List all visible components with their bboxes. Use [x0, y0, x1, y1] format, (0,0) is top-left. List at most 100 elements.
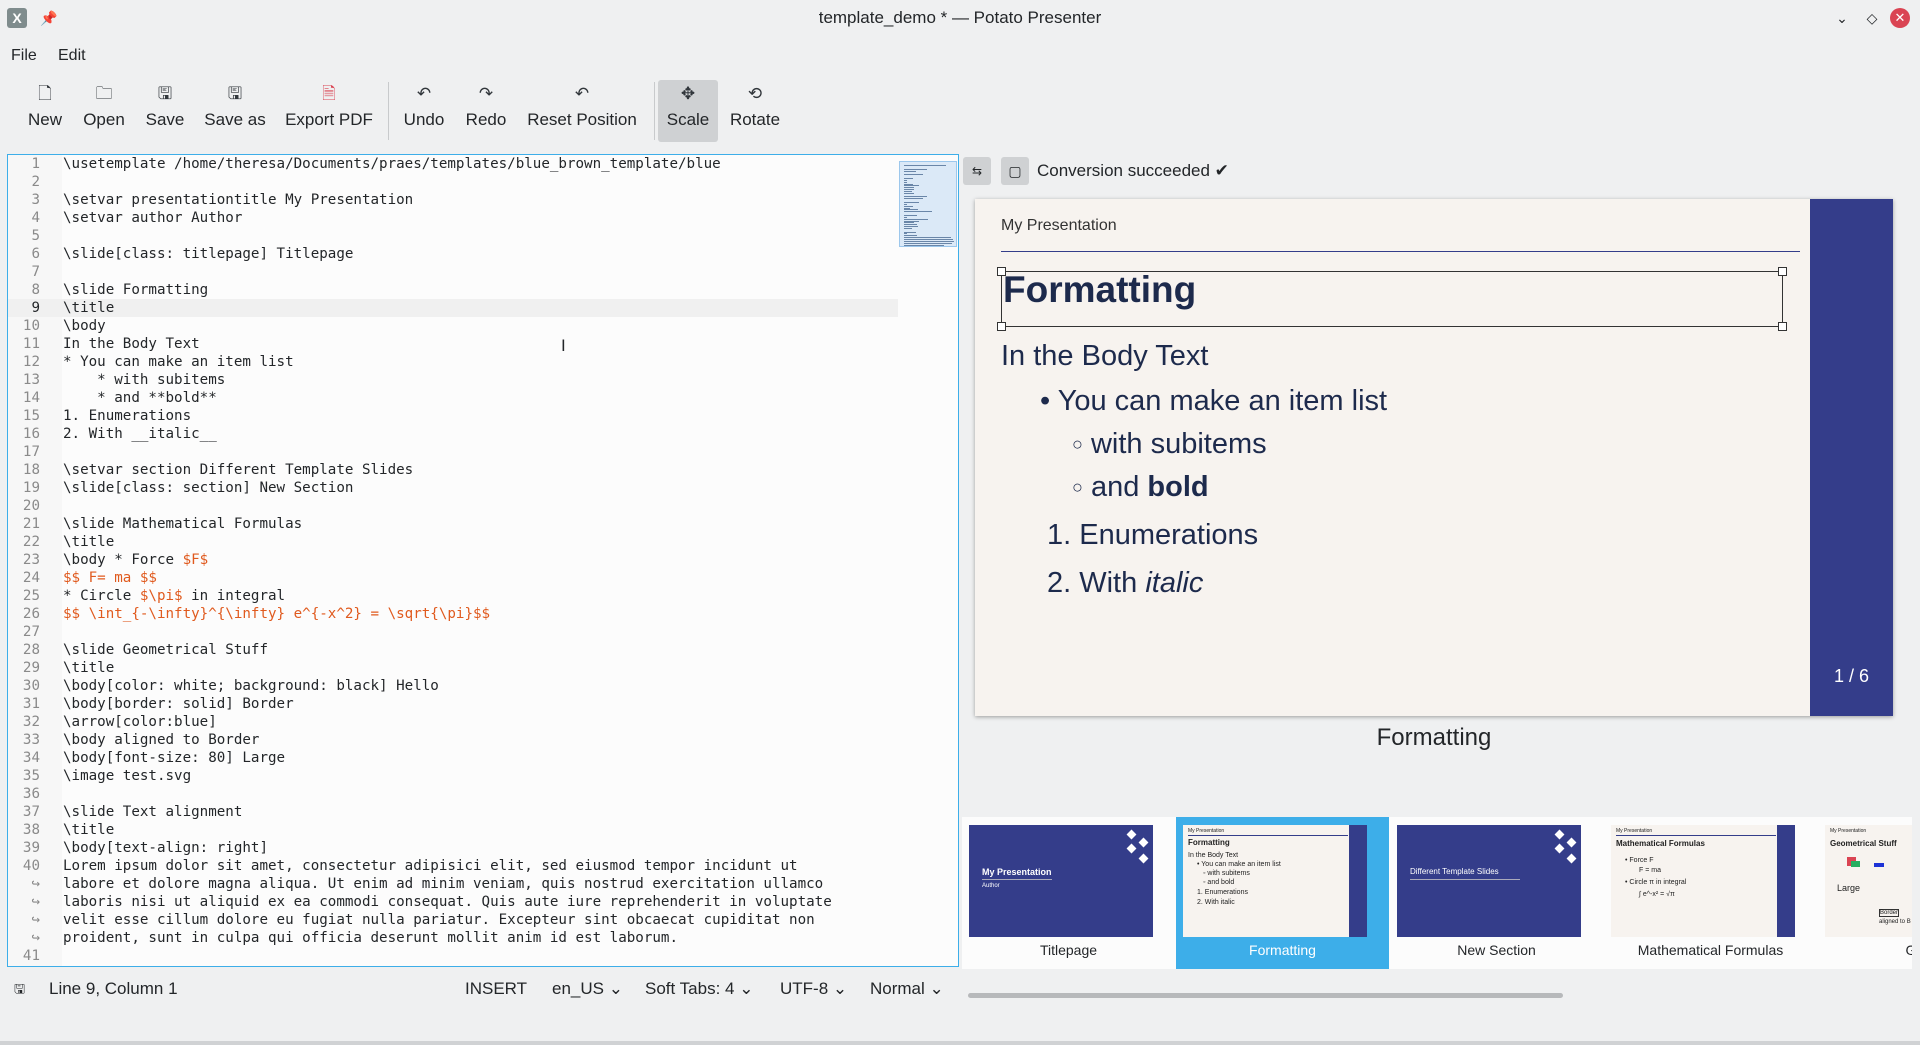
editor-line[interactable]: 32 \arrow[color:blue] — [8, 713, 898, 731]
editor-line[interactable]: 14 * and **bold** — [8, 389, 898, 407]
selection-box[interactable] — [997, 267, 1787, 331]
thumbnail-line: • Circle π in integral — [1625, 879, 1687, 886]
editor-line[interactable]: 29 \title — [8, 659, 898, 677]
editor-line[interactable]: 19 \slide[class: section] New Section — [8, 479, 898, 497]
editor-line[interactable]: 23 \body * Force $F$ — [8, 551, 898, 569]
redo-button[interactable]: ↷ Redo — [463, 80, 509, 142]
line-number: 4 — [31, 210, 40, 226]
editor-line[interactable]: 26 $$ \int_{-\infty}^{\infty} e^{-x^2} = … — [8, 605, 898, 623]
resize-handle[interactable] — [997, 267, 1006, 276]
editor-line[interactable]: 4 \setvar author Author — [8, 209, 898, 227]
line-code: \slide Formatting — [63, 281, 208, 299]
editor-line[interactable]: 36 — [8, 785, 898, 803]
thumbnail-math[interactable]: My Presentation Mathematical Formulas • … — [1604, 817, 1817, 969]
editor-line[interactable]: 17 — [8, 443, 898, 461]
editor-line[interactable]: 35 \image test.svg — [8, 767, 898, 785]
edit-mode[interactable]: INSERT — [465, 978, 527, 1000]
thumbnail-image: My Presentation Formatting In the Body T… — [1183, 825, 1367, 937]
code-text: labore et dolore magna aliqua. Ut enim a… — [63, 876, 824, 892]
editor-line[interactable]: 37 \slide Text alignment — [8, 803, 898, 821]
menu-edit[interactable]: Edit — [58, 44, 86, 68]
editor-line[interactable]: 38 \title — [8, 821, 898, 839]
encoding-value: UTF-8 — [780, 979, 829, 998]
minimize-icon[interactable]: ⌄ — [1832, 8, 1852, 28]
editor-line[interactable]: 41 — [8, 947, 898, 965]
editor-line[interactable]: 13 * with subitems — [8, 371, 898, 389]
resize-handle[interactable] — [997, 322, 1006, 331]
editor-line[interactable]: 3 \setvar presentationtitle My Presentati… — [8, 191, 898, 209]
input-mode-select[interactable]: Normal ⌄ — [870, 978, 944, 1000]
slide-thumbnail-strip[interactable]: My Presentation Author Titlepage My Pres… — [962, 817, 1912, 969]
window-title: template_demo * — Potato Presenter — [818, 8, 1102, 27]
editor-line[interactable]: 11 In the Body Text — [8, 335, 898, 353]
slide-preview[interactable]: My Presentation Formatting In the Body T… — [975, 199, 1893, 716]
close-icon[interactable]: ✕ — [1890, 8, 1910, 28]
status-bar: 🖫 Line 9, Column 1 INSERT en_US ⌄ Soft T… — [0, 978, 1920, 1000]
undo-button[interactable]: ↶ Undo — [399, 80, 449, 142]
language-select[interactable]: en_US ⌄ — [552, 978, 623, 1000]
editor-line[interactable]: 34 \body[font-size: 80] Large — [8, 749, 898, 767]
editor-line[interactable]: 2 — [8, 173, 898, 191]
editor-line[interactable]: 25 * Circle $\pi$ in integral — [8, 587, 898, 605]
line-code: \slide[class: titlepage] Titlepage — [63, 245, 353, 263]
editor-line[interactable]: 40 Lorem ipsum dolor sit amet, consectetu… — [8, 857, 898, 875]
save-icon: 🖫 — [157, 84, 173, 103]
reset-position-button[interactable]: ↶ Reset Position — [523, 80, 641, 142]
save-as-button[interactable]: 🖫 Save as — [201, 80, 269, 142]
thumbnail-title: Geometrical Stuff — [1830, 839, 1897, 848]
thumbnail-new-section[interactable]: Different Template Slides New Section — [1390, 817, 1603, 969]
editor-line[interactable]: ↪ laboris nisi ut aliquid ex ea commodi c… — [8, 893, 898, 911]
editor-line[interactable]: 20 — [8, 497, 898, 515]
save-button[interactable]: 🖫 Save — [140, 80, 190, 142]
editor-line[interactable]: 12 * You can make an item list — [8, 353, 898, 371]
editor-line[interactable]: 27 — [8, 623, 898, 641]
text-cursor-icon: I — [561, 336, 566, 355]
editor-line[interactable]: 28 \slide Geometrical Stuff — [8, 641, 898, 659]
resize-handle[interactable] — [1778, 322, 1787, 331]
thumbnail-line: 1. Enumerations — [1197, 889, 1248, 896]
resize-handle[interactable] — [1778, 267, 1787, 276]
new-button[interactable]: 🗋 New — [21, 80, 69, 142]
thumbnail-titlepage[interactable]: My Presentation Author Titlepage — [962, 817, 1175, 969]
editor-line[interactable]: 18 \setvar section Different Template Sli… — [8, 461, 898, 479]
editor-line[interactable]: 6 \slide[class: titlepage] Titlepage — [8, 245, 898, 263]
editor-line[interactable]: 30 \body[color: white; background: black]… — [8, 677, 898, 695]
editor-line[interactable]: 15 1. Enumerations — [8, 407, 898, 425]
tabs-select[interactable]: Soft Tabs: 4 ⌄ — [645, 978, 753, 1000]
code-editor[interactable]: 1 \usetemplate /home/theresa/Documents/pr… — [7, 154, 959, 967]
maximize-icon[interactable]: ◇ — [1862, 8, 1882, 28]
editor-line[interactable]: ↪ proident, sunt in culpa qui officia des… — [8, 929, 898, 947]
editor-line[interactable]: 10 \body — [8, 317, 898, 335]
editor-line[interactable]: 39 \body[text-align: right] — [8, 839, 898, 857]
encoding-select[interactable]: UTF-8 ⌄ — [780, 978, 847, 1000]
editor-line[interactable]: 31 \body[border: solid] Border — [8, 695, 898, 713]
editor-line[interactable]: 9 \title — [8, 299, 898, 317]
save-as-label: Save as — [204, 110, 266, 129]
thumbnail-geometrical[interactable]: My Presentation Geometrical Stuff Large … — [1818, 817, 1912, 969]
editor-line[interactable]: 5 — [8, 227, 898, 245]
open-button[interactable]: 🗀 Open — [78, 80, 130, 142]
toggle-view-icon[interactable]: ⇆ — [963, 157, 991, 185]
editor-line[interactable]: 1 \usetemplate /home/theresa/Documents/pr… — [8, 155, 898, 173]
line-code: \image test.svg — [63, 767, 191, 785]
editor-line[interactable]: 16 2. With __italic__ — [8, 425, 898, 443]
line-code: * Circle $\pi$ in integral — [63, 587, 285, 605]
line-number: ↪ — [31, 894, 40, 910]
export-pdf-button[interactable]: 🗎 Export PDF — [281, 80, 377, 142]
editor-line[interactable]: 21 \slide Mathematical Formulas — [8, 515, 898, 533]
menu-file[interactable]: File — [11, 44, 37, 68]
frame-icon[interactable]: ▢ — [1001, 157, 1029, 185]
editor-line[interactable]: 33 \body aligned to Border — [8, 731, 898, 749]
scale-button[interactable]: ✥ Scale — [658, 80, 718, 142]
editor-minimap[interactable] — [899, 161, 957, 247]
rotate-button[interactable]: ⟲ Rotate — [725, 80, 785, 142]
editor-line[interactable]: 8 \slide Formatting — [8, 281, 898, 299]
line-code: \slide[class: section] New Section — [63, 479, 353, 497]
redo-label: Redo — [465, 110, 507, 129]
editor-line[interactable]: ↪ velit esse cillum dolore eu fugiat null… — [8, 911, 898, 929]
thumbnail-formatting[interactable]: My Presentation Formatting In the Body T… — [1176, 817, 1389, 969]
editor-line[interactable]: 22 \title — [8, 533, 898, 551]
editor-line[interactable]: ↪ labore et dolore magna aliqua. Ut enim … — [8, 875, 898, 893]
editor-line[interactable]: 7 — [8, 263, 898, 281]
editor-line[interactable]: 24 $$ F= ma $$ — [8, 569, 898, 587]
